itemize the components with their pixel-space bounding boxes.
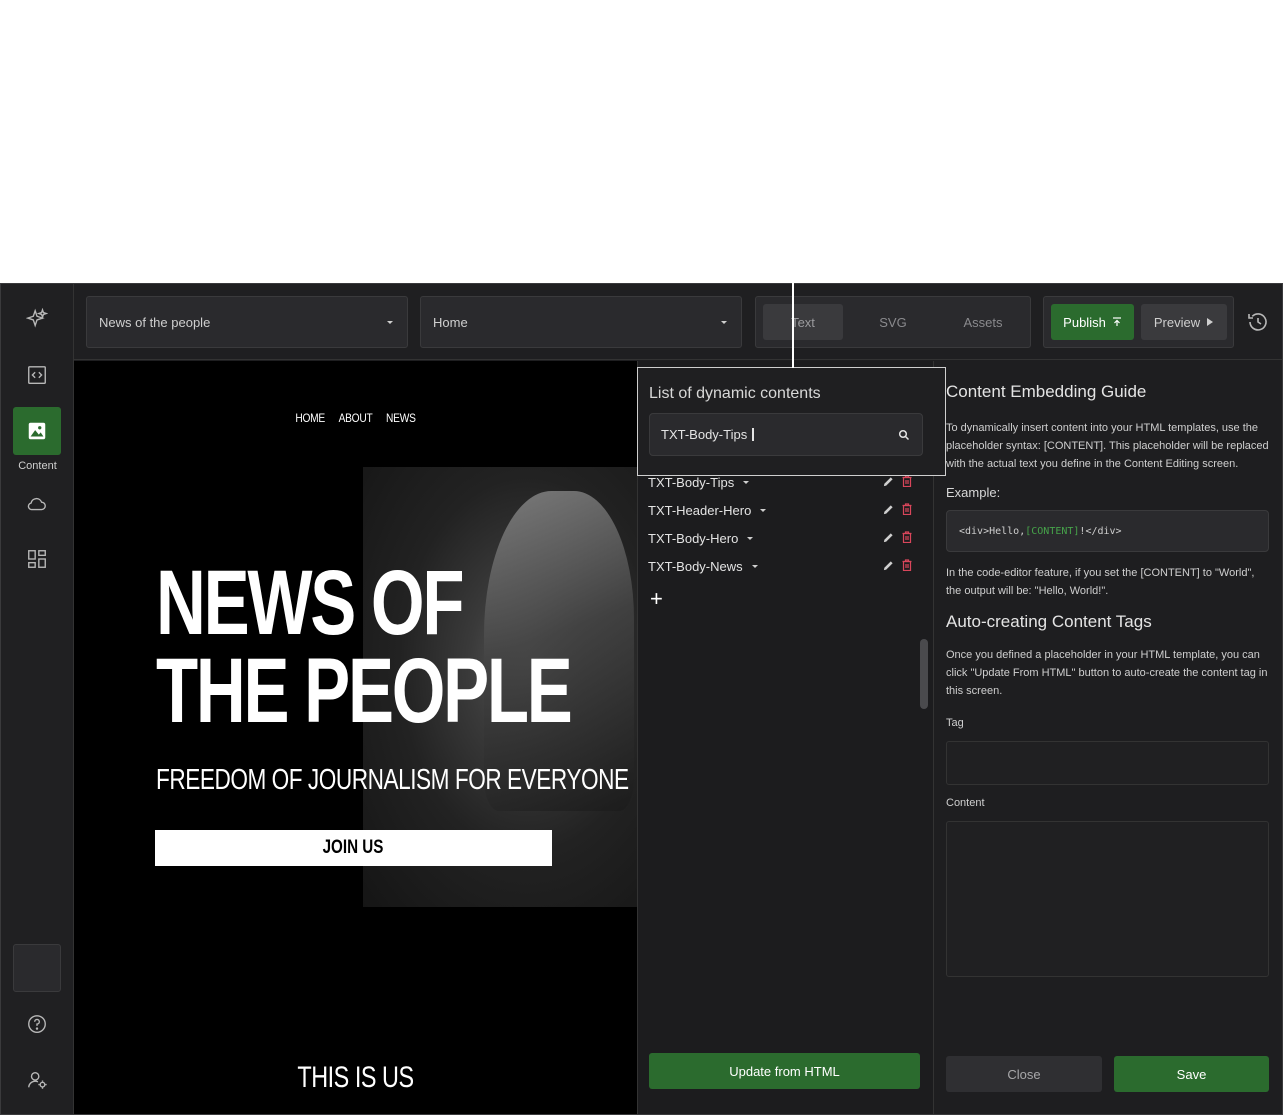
- hero-title-line2: THE PEOPLE: [156, 640, 573, 742]
- preview-nav-home[interactable]: HOME: [295, 411, 325, 425]
- page-select-value: Home: [433, 314, 468, 330]
- join-us-button[interactable]: JOIN US: [155, 830, 552, 866]
- pencil-icon[interactable]: [883, 560, 894, 571]
- content-field-label: Content: [946, 797, 985, 809]
- trash-icon[interactable]: [902, 503, 912, 515]
- content-textarea[interactable]: [946, 821, 1269, 977]
- code-before: <div>Hello,: [959, 525, 1026, 537]
- chevron-down-icon: [387, 321, 393, 324]
- preview-label: Preview: [1153, 314, 1201, 330]
- preview-nav-news[interactable]: NEWS: [386, 411, 416, 425]
- chevron-down-icon: [721, 321, 727, 324]
- search-icon[interactable]: [898, 429, 910, 441]
- code-after: !</div>: [1079, 525, 1122, 537]
- chevron-down-icon[interactable]: [760, 508, 767, 512]
- account-settings-button[interactable]: [13, 1056, 61, 1104]
- close-button[interactable]: Close: [946, 1056, 1102, 1092]
- content-guide-panel: Content Embedding Guide To dynamically i…: [934, 360, 1282, 1113]
- list-title: List of dynamic contents: [649, 385, 821, 402]
- publish-button[interactable]: Publish: [1051, 304, 1134, 340]
- workspace-slot[interactable]: [13, 944, 61, 992]
- list-item[interactable]: TXT-Header-Hero: [648, 500, 920, 520]
- list-item-label: TXT-Body-Hero: [648, 530, 739, 546]
- tab-text[interactable]: Text: [763, 304, 843, 340]
- list-scrollbar[interactable]: [920, 639, 928, 709]
- section-title-text: THIS IS US: [297, 1061, 414, 1094]
- dashboard-icon: [28, 550, 46, 568]
- publish-actions: Publish Preview: [1043, 296, 1234, 348]
- join-us-label: JOIN US: [323, 837, 384, 858]
- list-item[interactable]: TXT-Body-Hero: [648, 528, 920, 548]
- play-icon: [1207, 318, 1214, 326]
- list-item-label: TXT-Header-Hero: [648, 502, 752, 518]
- dashboard-button[interactable]: [13, 535, 61, 583]
- add-content-button[interactable]: +: [650, 588, 663, 610]
- chevron-down-icon[interactable]: [747, 536, 754, 540]
- site-select-value: News of the people: [99, 314, 211, 330]
- hero-title: NEWS OF THE PEOPLE: [156, 552, 573, 742]
- divider-line: [792, 283, 794, 368]
- code-editor-button[interactable]: [13, 351, 61, 399]
- chevron-down-icon[interactable]: [743, 480, 750, 484]
- trash-icon[interactable]: [902, 559, 912, 571]
- auto-title: Auto-creating Content Tags: [946, 612, 1152, 631]
- list-item[interactable]: TXT-Body-News: [648, 556, 920, 576]
- user-settings-icon: [28, 1071, 47, 1089]
- ai-sparkle-button[interactable]: [13, 295, 61, 343]
- sidebar: Content: [1, 284, 74, 1114]
- content-label: Content: [18, 460, 57, 472]
- save-button[interactable]: Save: [1114, 1056, 1269, 1092]
- pencil-icon[interactable]: [883, 476, 894, 487]
- search-input[interactable]: TXT-Body-Tips: [649, 413, 923, 456]
- help-button[interactable]: [13, 1000, 61, 1048]
- sparkle-icon: [26, 308, 48, 328]
- example-label: Example:: [946, 485, 1001, 500]
- site-select[interactable]: News of the people: [86, 296, 408, 348]
- content-search-popup: List of dynamic contents TXT-Body-Tips: [637, 367, 946, 476]
- tab-assets[interactable]: Assets: [943, 304, 1023, 340]
- pencil-icon[interactable]: [883, 532, 894, 543]
- hero-title-line1: NEWS OF: [156, 552, 464, 654]
- guide-intro: To dynamically insert content into your …: [946, 422, 1269, 470]
- code-placeholder: [CONTENT]: [1025, 525, 1080, 537]
- section-title: THIS IS US: [74, 1061, 637, 1095]
- list-item-label: TXT-Body-News: [648, 558, 743, 574]
- top-bar: News of the people Home Text SVG Assets …: [74, 284, 1282, 360]
- text-cursor: [752, 428, 755, 441]
- auto-text: Once you defined a placeholder in your H…: [946, 649, 1268, 697]
- upload-icon: [1112, 317, 1121, 326]
- content-type-tabs: Text SVG Assets: [755, 296, 1031, 348]
- preview-button[interactable]: Preview: [1141, 304, 1227, 340]
- preview-nav-about[interactable]: ABOUT: [339, 411, 373, 425]
- guide-result: In the code-editor feature, if you set t…: [946, 567, 1255, 597]
- guide-title: Content Embedding Guide: [946, 382, 1147, 401]
- chevron-down-icon[interactable]: [751, 564, 758, 568]
- trash-icon[interactable]: [902, 475, 912, 487]
- publish-label: Publish: [1063, 314, 1106, 330]
- update-from-html-button[interactable]: Update from HTML: [649, 1053, 920, 1089]
- site-preview[interactable]: HOME ABOUT NEWS NEWS OF THE PEOPLE FREED…: [74, 361, 637, 1114]
- tag-label: Tag: [946, 717, 964, 729]
- code-example: <div>Hello, [CONTENT] !</div>: [946, 510, 1269, 552]
- code-icon: [28, 366, 46, 384]
- cloud-button[interactable]: [13, 480, 61, 528]
- list-item-label: TXT-Body-Tips: [648, 474, 735, 490]
- cloud-icon: [27, 497, 46, 511]
- trash-icon[interactable]: [902, 531, 912, 543]
- history-icon[interactable]: [1246, 310, 1270, 334]
- pencil-icon[interactable]: [883, 504, 894, 515]
- tag-input[interactable]: [946, 741, 1269, 785]
- image-icon: [28, 422, 46, 440]
- preview-nav: HOME ABOUT NEWS: [116, 411, 595, 425]
- content-button[interactable]: [13, 407, 61, 455]
- page-select[interactable]: Home: [420, 296, 742, 348]
- help-icon: [28, 1015, 46, 1033]
- search-input-value: TXT-Body-Tips: [661, 427, 748, 442]
- hero-subtitle: FREEDOM OF JOURNALISM FOR EVERYONE: [156, 764, 629, 796]
- tab-svg[interactable]: SVG: [853, 304, 933, 340]
